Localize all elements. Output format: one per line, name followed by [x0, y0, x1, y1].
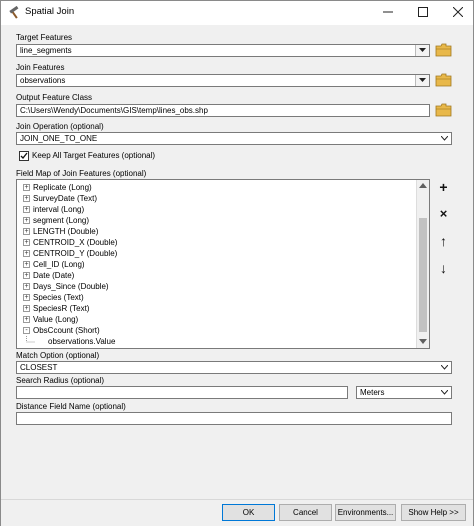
search-radius-input[interactable] — [16, 386, 348, 399]
search-radius-units-select[interactable]: Meters — [356, 386, 452, 399]
match-option-select[interactable]: CLOSEST — [16, 361, 452, 374]
minimize-button[interactable] — [371, 1, 405, 25]
field-map-item-label: Date (Date) — [33, 271, 75, 280]
chevron-down-icon[interactable] — [438, 133, 451, 144]
expand-icon[interactable]: + — [23, 228, 30, 235]
add-field-button[interactable]: + — [435, 179, 452, 196]
output-feature-class-browse-button[interactable] — [435, 102, 453, 120]
field-map-item-label: SpeciesR (Text) — [33, 304, 90, 313]
join-features-label: Join Features — [16, 63, 65, 72]
cancel-button[interactable]: Cancel — [279, 504, 332, 521]
join-operation-select[interactable]: JOIN_ONE_TO_ONE — [16, 132, 452, 145]
arrow-down-icon: ↓ — [440, 260, 447, 276]
target-features-label: Target Features — [16, 33, 73, 42]
environments-button[interactable]: Environments... — [335, 504, 396, 521]
expand-icon[interactable]: + — [23, 217, 30, 224]
search-radius-label: Search Radius (optional) — [16, 376, 105, 385]
folder-icon — [435, 43, 452, 57]
expand-icon[interactable]: + — [23, 316, 30, 323]
expand-icon[interactable]: + — [23, 184, 30, 191]
expand-icon[interactable]: + — [23, 272, 30, 279]
field-map-item-label: CENTROID_Y (Double) — [33, 249, 118, 258]
field-map-label: Field Map of Join Features (optional) — [16, 169, 147, 178]
expand-icon[interactable]: + — [23, 206, 30, 213]
checkmark-icon — [20, 152, 28, 159]
folder-icon — [435, 103, 452, 117]
remove-field-button[interactable]: × — [435, 205, 452, 222]
expand-icon[interactable]: + — [23, 283, 30, 290]
match-option-label: Match Option (optional) — [16, 351, 100, 360]
hammer-icon — [7, 5, 21, 20]
folder-icon — [435, 73, 452, 87]
field-map-item-label: Replicate (Long) — [33, 183, 92, 192]
match-option-value: CLOSEST — [20, 363, 58, 372]
field-map-item-label: segment (Long) — [33, 216, 90, 225]
distance-field-label: Distance Field Name (optional) — [16, 402, 126, 411]
scroll-up-icon[interactable] — [419, 183, 427, 188]
distance-field-input[interactable] — [16, 412, 452, 425]
field-map-item-label: LENGTH (Double) — [33, 227, 99, 236]
join-features-browse-button[interactable] — [435, 72, 453, 90]
field-map-item-label: CENTROID_X (Double) — [33, 238, 118, 247]
chevron-down-icon[interactable] — [415, 45, 429, 56]
expand-icon[interactable]: + — [23, 250, 30, 257]
field-map-item-label: SurveyDate (Text) — [33, 194, 98, 203]
expand-icon[interactable]: + — [23, 261, 30, 268]
expand-icon[interactable]: + — [23, 239, 30, 246]
field-map-scrollbar[interactable] — [416, 180, 429, 348]
join-features-combo[interactable]: observations — [16, 74, 430, 87]
field-map-item-label: Cell_ID (Long) — [33, 260, 85, 269]
spatial-join-dialog: Spatial Join Target Features line_segmen… — [0, 0, 474, 526]
minimize-icon — [383, 11, 393, 13]
chevron-down-icon[interactable] — [438, 387, 451, 398]
scrollbar-thumb[interactable] — [419, 218, 427, 332]
tree-connector-icon — [26, 336, 35, 343]
keep-all-label: Keep All Target Features (optional) — [32, 151, 156, 160]
target-features-combo[interactable]: line_segments — [16, 44, 430, 57]
maximize-icon — [418, 7, 428, 17]
join-operation-value: JOIN_ONE_TO_ONE — [20, 134, 98, 143]
title-bar[interactable]: Spatial Join — [1, 1, 473, 25]
field-map-child-label: observations.Value — [48, 337, 116, 346]
arrow-up-icon: ↑ — [440, 233, 447, 249]
window-title: Spatial Join — [25, 6, 75, 17]
plus-icon: + — [439, 179, 448, 195]
chevron-down-icon[interactable] — [415, 75, 429, 86]
join-operation-label: Join Operation (optional) — [16, 122, 104, 131]
collapse-icon[interactable]: - — [23, 327, 30, 334]
output-feature-class-label: Output Feature Class — [16, 93, 93, 102]
button-bar: OK Cancel Environments... Show Help >> — [1, 499, 473, 526]
show-help-button[interactable]: Show Help >> — [401, 504, 466, 521]
expand-icon[interactable]: + — [23, 195, 30, 202]
expand-icon[interactable]: + — [23, 305, 30, 312]
field-map-item-label: ObsCcount (Short) — [33, 326, 100, 335]
chevron-down-icon[interactable] — [438, 362, 451, 373]
output-feature-class-input[interactable]: C:\Users\Wendy\Documents\GIS\temp\lines_… — [16, 104, 430, 117]
move-up-button[interactable]: ↑ — [435, 233, 452, 250]
close-icon — [452, 6, 464, 18]
field-map-item-label: Value (Long) — [33, 315, 79, 324]
scroll-down-icon[interactable] — [419, 339, 427, 344]
expand-icon[interactable]: + — [23, 294, 30, 301]
output-feature-class-value: C:\Users\Wendy\Documents\GIS\temp\lines_… — [20, 106, 208, 115]
delete-icon: × — [439, 206, 448, 221]
maximize-button[interactable] — [406, 1, 440, 25]
close-button[interactable] — [441, 1, 474, 25]
field-map-item-label: interval (Long) — [33, 205, 85, 214]
join-features-value: observations — [20, 76, 66, 85]
search-radius-units-value: Meters — [360, 388, 385, 397]
field-map-item-label: Days_Since (Double) — [33, 282, 109, 291]
field-map-list[interactable]: + Replicate (Long) + SurveyDate (Text) + in… — [16, 179, 430, 349]
field-map-item-label: Species (Text) — [33, 293, 84, 302]
ok-button[interactable]: OK — [222, 504, 275, 521]
target-features-value: line_segments — [20, 46, 72, 55]
move-down-button[interactable]: ↓ — [435, 260, 452, 277]
target-features-browse-button[interactable] — [435, 42, 453, 60]
keep-all-checkbox[interactable] — [19, 151, 29, 161]
